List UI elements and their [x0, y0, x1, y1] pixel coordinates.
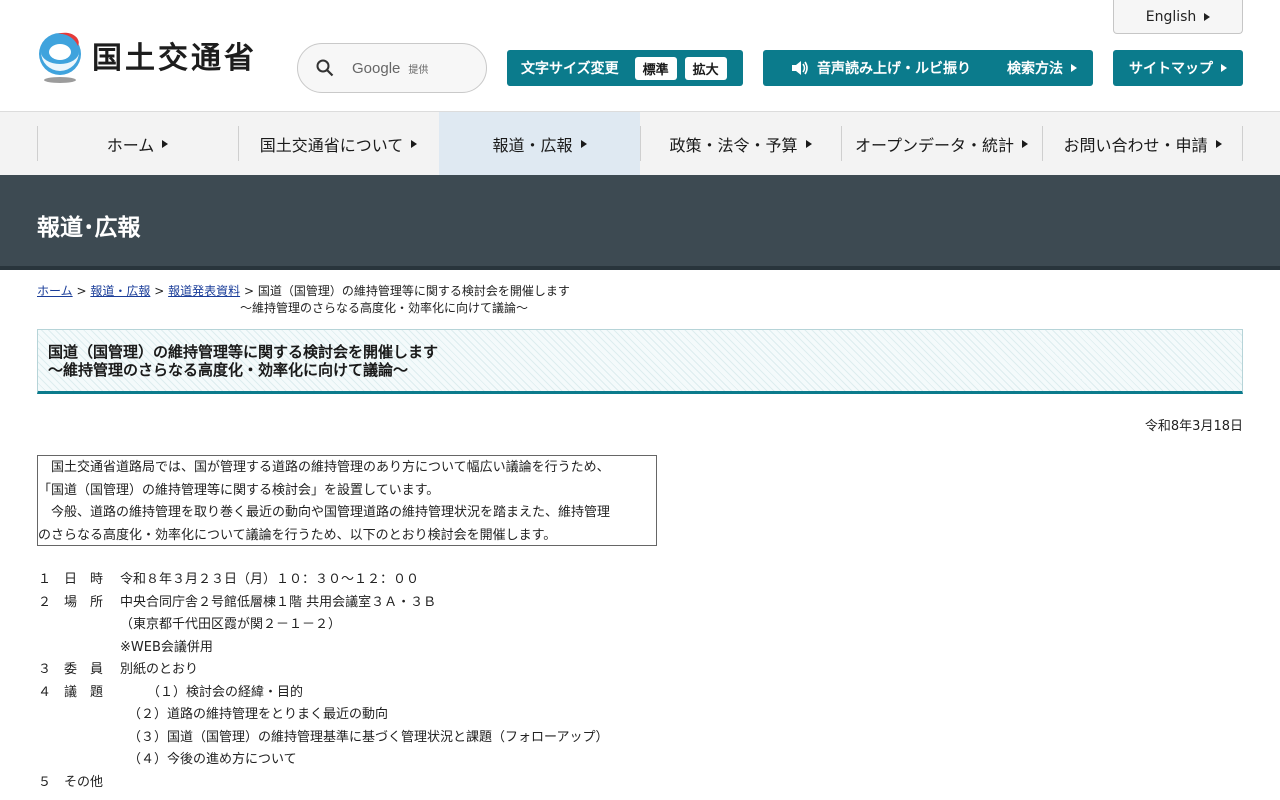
breadcrumb-press-link[interactable]: 報道・広報: [90, 284, 150, 298]
intro-line: のさらなる高度化・効率化について議論を行うため、以下のとおり検討会を開催します。: [38, 527, 557, 543]
detail-number: ３: [38, 662, 52, 677]
english-button[interactable]: English: [1113, 0, 1243, 34]
sitemap-button[interactable]: サイトマップ: [1113, 50, 1243, 86]
detail-value: 別紙のとおり: [120, 662, 199, 677]
mlit-emblem-icon: [39, 32, 81, 83]
nav-label: 国土交通省について: [259, 135, 404, 155]
breadcrumb: ホーム > 報道・広報 > 報道発表資料 > 国道（国管理）の維持管理等に関する…: [37, 283, 657, 317]
nav-item-policy[interactable]: 政策・法令・予算: [640, 112, 841, 175]
breadcrumb-separator: >: [76, 284, 87, 298]
breadcrumb-release-link[interactable]: 報道発表資料: [168, 284, 240, 298]
detail-label: 委 員: [64, 662, 104, 677]
detail-number: ２: [38, 594, 52, 610]
detail-row-place: ２ 場 所 中央合同庁舎２号館低層棟１階 共用会議室３Ａ・３Ｂ: [38, 592, 738, 615]
page-title: 国道（国管理）の維持管理等に関する検討会を開催します ～維持管理のさらなる高度化…: [37, 329, 1243, 394]
nav-label: お問い合わせ・申請: [1063, 135, 1208, 155]
nav-label: 報道・広報: [492, 135, 573, 155]
detail-value: 中央合同庁舎２号館低層棟１階 共用会議室３Ａ・３Ｂ: [120, 594, 437, 610]
site-header: 国土交通省 English Google 提供 文字サイズ変更 標準 拡大 音声…: [0, 0, 1280, 112]
speaker-icon: [792, 61, 808, 75]
breadcrumb-separator: >: [154, 284, 165, 298]
arrow-right-icon: [1071, 64, 1077, 72]
nav-item-home[interactable]: ホーム: [37, 112, 238, 175]
intro-line: 「国道（国管理）の維持管理等に関する検討会」を設置しています。: [38, 482, 440, 498]
google-provided-label: 提供: [408, 64, 429, 76]
detail-label: 日 時: [64, 572, 104, 587]
detail-label: 場 所: [64, 594, 104, 610]
nav-item-contact[interactable]: お問い合わせ・申請: [1042, 112, 1243, 175]
nav-item-press[interactable]: 報道・広報: [439, 112, 640, 175]
detail-row-members: ３ 委 員 別紙のとおり: [38, 659, 738, 682]
arrow-right-icon: [805, 139, 812, 148]
agenda-item: （２）道路の維持管理をとりまく最近の動向: [128, 707, 389, 722]
nav-item-opendata[interactable]: オープンデータ・統計: [841, 112, 1042, 175]
detail-value: （１）検討会の経緯・目的: [147, 684, 304, 700]
google-brand: Google: [352, 59, 401, 77]
release-date: 令和8年3月18日: [1144, 419, 1243, 434]
voice-reading-label: 音声読み上げ・ルビ振り: [817, 61, 971, 77]
agenda-item: （３）国道（国管理）の維持管理基準に基づく管理状況と課題（フォローアップ）: [128, 729, 609, 745]
nav-item-about[interactable]: 国土交通省について: [238, 112, 439, 175]
nav-label: 政策・法令・予算: [669, 135, 798, 155]
search-method-button[interactable]: 検索方法: [991, 50, 1093, 86]
font-size-standard-button[interactable]: 標準: [634, 56, 677, 80]
detail-row-agenda: ４ 議 題 （１）検討会の経緯・目的: [38, 682, 738, 705]
sitemap-label: サイトマップ: [1129, 61, 1213, 77]
intro-line: 今般、道路の維持管理を取り巻く最近の動向や国管理道路の維持管理状況を踏まえた、維…: [38, 505, 611, 520]
detail-number: ４: [38, 684, 52, 700]
intro-box: 国土交通省道路局では、国が管理する道路の維持管理のあり方について幅広い議論を行う…: [37, 455, 657, 546]
breadcrumb-separator: >: [243, 284, 254, 298]
arrow-right-icon: [1221, 64, 1227, 72]
global-nav: ホーム 国土交通省について 報道・広報 政策・法令・予算 オープンデータ・統計 …: [0, 112, 1280, 175]
detail-value: 令和８年３月２３日（月）１０：３０～１２：００: [120, 572, 420, 587]
arrow-right-icon: [1022, 139, 1029, 148]
agenda-item: （４）今後の進め方について: [128, 752, 297, 767]
font-size-control: 文字サイズ変更 標準 拡大: [507, 50, 743, 86]
arrow-right-icon: [411, 139, 418, 148]
intro-line: 国土交通省道路局では、国が管理する道路の維持管理のあり方について幅広い議論を行う…: [38, 460, 610, 475]
english-label: English: [1145, 8, 1197, 25]
detail-row-datetime: １ 日 時 令和８年３月２３日（月）１０：３０～１２：００: [38, 569, 738, 592]
font-size-large-button[interactable]: 拡大: [684, 56, 727, 80]
detail-label: 議 題: [64, 684, 104, 700]
breadcrumb-current: 国道（国管理）の維持管理等に関する検討会を開催します: [257, 284, 570, 298]
font-size-label: 文字サイズ変更: [521, 61, 619, 77]
section-header: 報道･広報: [0, 175, 1280, 270]
meeting-details: １ 日 時 令和８年３月２３日（月）１０：３０～１２：００ ２ 場 所 中央合同…: [38, 569, 738, 794]
site-search[interactable]: Google 提供: [297, 43, 487, 93]
arrow-right-icon: [1204, 12, 1211, 21]
search-method-label: 検索方法: [1007, 61, 1063, 77]
breadcrumb-home-link[interactable]: ホーム: [37, 284, 73, 298]
detail-label: その他: [64, 774, 104, 790]
arrow-right-icon: [1215, 139, 1222, 148]
arrow-right-icon: [580, 139, 587, 148]
logo-text: 国土交通省: [92, 41, 257, 76]
search-icon[interactable]: [316, 59, 334, 77]
arrow-right-icon: [162, 139, 169, 148]
page-title-line2: ～維持管理のさらなる高度化・効率化に向けて議論～: [48, 361, 409, 379]
detail-subline: （東京都千代田区霞が関２－１－２）: [120, 617, 342, 632]
page-title-line1: 国道（国管理）の維持管理等に関する検討会を開催します: [48, 343, 439, 361]
detail-subline: ※WEB会議併用: [120, 639, 213, 655]
voice-reading-button[interactable]: 音声読み上げ・ルビ振り: [763, 50, 999, 86]
detail-row-other: ５ その他: [38, 772, 738, 795]
nav-label: オープンデータ・統計: [854, 135, 1015, 155]
nav-label: ホーム: [106, 135, 155, 155]
detail-number: １: [38, 572, 52, 587]
breadcrumb-current-subtitle: ～維持管理のさらなる高度化・効率化に向けて議論～: [240, 301, 529, 315]
detail-number: ５: [38, 774, 52, 790]
mlit-logo[interactable]: 国土交通省: [36, 32, 257, 86]
section-title: 報道･広報: [37, 215, 141, 241]
